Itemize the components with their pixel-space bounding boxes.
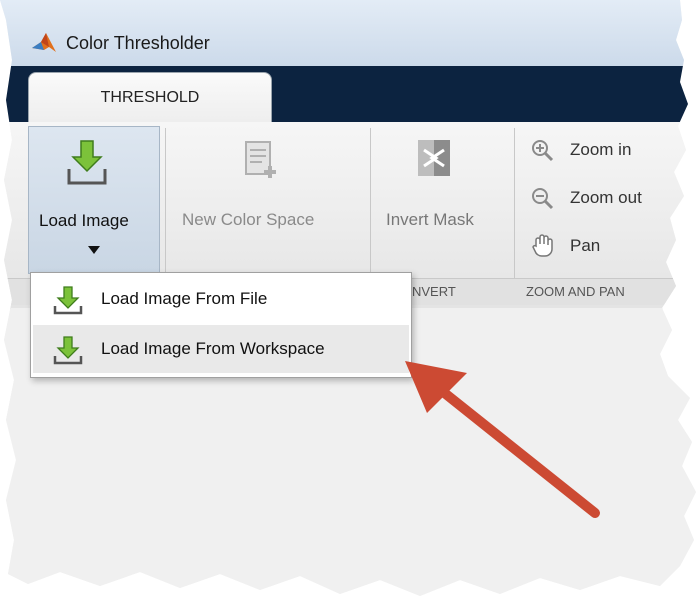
- zoom-out-icon: [532, 188, 554, 210]
- matlab-logo-icon: [32, 33, 56, 52]
- menu-item-label: Load Image From File: [101, 289, 268, 308]
- pan-label: Pan: [570, 236, 601, 255]
- zoom-in-icon: [532, 140, 554, 162]
- new-document-icon: [245, 141, 276, 178]
- zoom-in-label: Zoom in: [570, 140, 632, 159]
- load-image-dropdown: Load Image From File Load Image From Wor…: [30, 272, 412, 378]
- download-icon: [53, 286, 83, 315]
- invert-mask-button[interactable]: Invert Mask: [374, 126, 510, 274]
- zoom-out-button[interactable]: Zoom out: [526, 186, 666, 214]
- zoom-in-button[interactable]: Zoom in: [526, 138, 666, 166]
- section-label-zoom-and-pan: ZOOM AND PAN: [526, 284, 625, 299]
- download-icon: [53, 336, 83, 365]
- load-image-label: Load Image: [39, 211, 129, 230]
- invert-mask-icon: [418, 140, 450, 176]
- menu-item-load-from-file[interactable]: Load Image From File: [33, 275, 409, 323]
- tab-threshold[interactable]: THRESHOLD: [28, 72, 272, 122]
- invert-mask-label: Invert Mask: [386, 210, 474, 229]
- annotation-arrow-icon: [405, 361, 600, 518]
- new-color-space-label: New Color Space: [182, 210, 315, 229]
- menu-item-load-from-workspace[interactable]: Load Image From Workspace: [33, 325, 409, 373]
- pan-button[interactable]: Pan: [526, 232, 666, 260]
- hand-icon: [532, 234, 553, 257]
- zoom-out-label: Zoom out: [570, 188, 642, 207]
- new-color-space-button[interactable]: New Color Space: [168, 126, 366, 274]
- app-window: Color Thresholder THRESHOLD Load Image N…: [0, 0, 696, 596]
- title-bar: Color Thresholder: [0, 0, 696, 66]
- window-title: Color Thresholder: [66, 33, 210, 53]
- chevron-down-icon: [88, 246, 100, 254]
- menu-item-label: Load Image From Workspace: [101, 339, 325, 358]
- download-icon: [67, 140, 107, 185]
- load-image-button[interactable]: Load Image: [28, 126, 160, 274]
- section-label-invert: NVERT: [412, 284, 456, 299]
